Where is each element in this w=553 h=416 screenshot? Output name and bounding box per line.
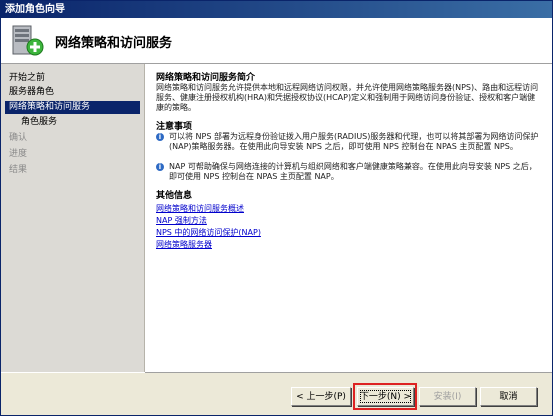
sidebar-item-npas[interactable]: 网络策略和访问服务 (5, 101, 140, 114)
cancel-button[interactable]: 取消 (480, 387, 537, 406)
more-info-heading: 其他信息 (156, 191, 193, 201)
intro-text: 网络策略和访问服务允许提供本地和远程网络访问权限，并允许使用网络策略服务器(NP… (156, 83, 539, 112)
sidebar-item-results: 结果 (9, 165, 28, 175)
sidebar-item-server-roles[interactable]: 服务器角色 (9, 86, 54, 99)
note-text: NAP 可帮助确保与网络连接的计算机与组织网络和客户端健康策略兼容。在使用此向导… (169, 162, 537, 181)
back-button[interactable]: < 上一步(P) (291, 387, 351, 406)
server-role-add-icon (12, 25, 44, 56)
sidebar-item-role-services[interactable]: 角色服务 (21, 116, 57, 129)
intro-heading: 网络策略和访问服务简介 (156, 73, 256, 83)
info-icon: i (156, 163, 164, 171)
next-button-highlight (353, 383, 417, 410)
notes-heading: 注意事项 (156, 122, 193, 132)
wizard-content: 网络策略和访问服务简介 网络策略和访问服务允许提供本地和远程网络访问权限，并允许… (145, 64, 552, 372)
title-bar: 添加角色向导 (1, 1, 552, 18)
sidebar-item-before-you-begin[interactable]: 开始之前 (9, 72, 45, 85)
link-npas-overview[interactable]: 网络策略和访问服务概述 (156, 203, 244, 214)
install-button: 安装(I) (419, 387, 476, 406)
add-roles-wizard-window: 添加角色向导 网络策略和访问服务 开始之前 服务器角色 网络策略和访问服务 角色… (0, 0, 553, 416)
info-icon: i (156, 133, 164, 141)
wizard-header: 网络策略和访问服务 (1, 18, 552, 64)
link-nap-enforcement[interactable]: NAP 强制方法 (156, 215, 207, 226)
wizard-steps-sidebar: 开始之前 服务器角色 网络策略和访问服务 角色服务 确认 进度 结果 (1, 64, 145, 372)
link-nps[interactable]: 网络策略服务器 (156, 239, 212, 250)
sidebar-item-confirmation: 确认 (9, 133, 28, 143)
page-title: 网络策略和访问服务 (55, 36, 173, 51)
link-nap-in-nps[interactable]: NPS 中的网络访问保护(NAP) (156, 227, 261, 238)
wizard-footer: < 上一步(P) 下一步(N) > 安装(I) 取消 (1, 373, 552, 415)
sidebar-item-progress: 进度 (9, 149, 28, 159)
note-text: 可以将 NPS 部署为远程身份验证拨入用户服务(RADIUS)服务器和代理，也可… (169, 132, 539, 151)
